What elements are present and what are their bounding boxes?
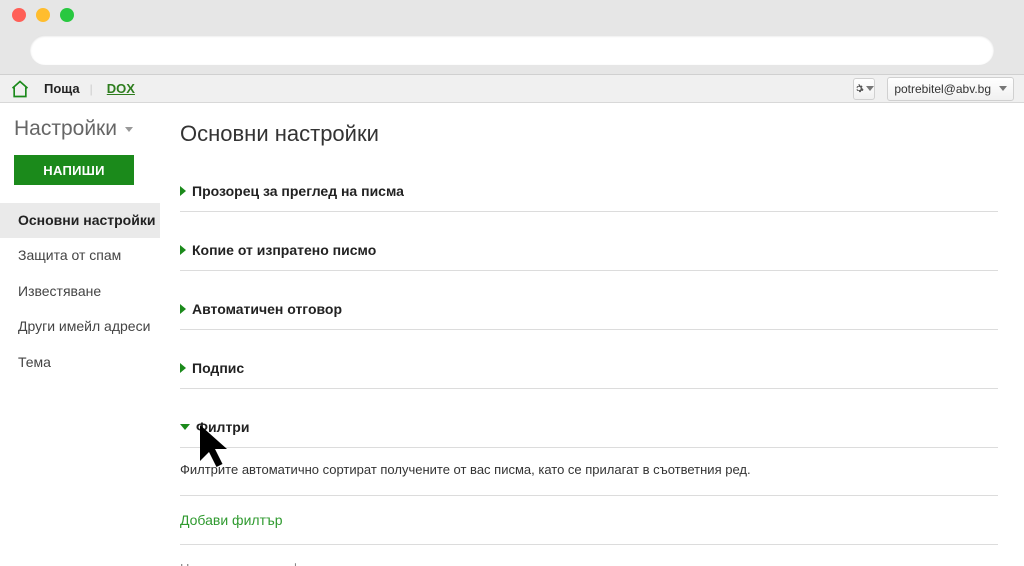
sidebar-title[interactable]: Настройки: [14, 117, 160, 141]
caret-right-icon: [180, 186, 186, 196]
page-title: Основни настройки: [180, 121, 998, 147]
account-menu[interactable]: potrebitel@abv.bg: [887, 77, 1014, 101]
add-filter-link[interactable]: Добави филтър: [180, 496, 998, 545]
maximize-window-icon[interactable]: [60, 8, 74, 22]
caret-right-icon: [180, 245, 186, 255]
settings-button[interactable]: [853, 78, 875, 100]
section-label: Подпис: [192, 360, 244, 376]
sidebar-item-notifications[interactable]: Известяване: [14, 274, 160, 309]
compose-button[interactable]: НАПИШИ: [14, 155, 134, 185]
app-header: Поща | DOX potrebitel@abv.bg: [0, 75, 1024, 103]
filters-panel: Филтрите автоматично сортират получените…: [180, 448, 998, 566]
chevron-down-icon: [125, 127, 133, 132]
gear-icon: [854, 82, 864, 95]
section-label: Прозорец за преглед на писма: [192, 183, 404, 199]
sidebar-item-main-settings[interactable]: Основни настройки: [0, 203, 160, 238]
sidebar-item-spam[interactable]: Защита от спам: [14, 238, 160, 273]
section-preview-pane[interactable]: Прозорец за преглед на писма: [180, 171, 998, 212]
caret-down-icon: [180, 424, 190, 430]
nav-dox-link[interactable]: DOX: [107, 81, 135, 96]
section-sent-copy[interactable]: Копие от изпратено писмо: [180, 230, 998, 271]
sidebar-nav: Основни настройки Защита от спам Известя…: [14, 203, 160, 380]
browser-chrome: [0, 0, 1024, 75]
caret-right-icon: [180, 304, 186, 314]
home-icon[interactable]: [10, 79, 30, 99]
chevron-down-icon: [866, 86, 874, 91]
window-controls: [12, 8, 74, 22]
caret-right-icon: [180, 363, 186, 373]
chevron-down-icon: [999, 86, 1007, 91]
section-label: Автоматичен отговор: [192, 301, 342, 317]
sidebar-item-other-emails[interactable]: Други имейл адреси: [14, 309, 160, 344]
section-auto-reply[interactable]: Автоматичен отговор: [180, 289, 998, 330]
close-window-icon[interactable]: [12, 8, 26, 22]
account-email: potrebitel@abv.bg: [894, 82, 991, 96]
section-label: Филтри: [196, 419, 249, 435]
section-signature[interactable]: Подпис: [180, 348, 998, 389]
url-bar[interactable]: [30, 35, 994, 65]
sidebar: Настройки НАПИШИ Основни настройки Защит…: [0, 103, 160, 566]
sidebar-title-label: Настройки: [14, 117, 117, 141]
sidebar-item-theme[interactable]: Тема: [14, 345, 160, 380]
filters-empty-message: Нямате въведени филтри.: [180, 545, 998, 566]
minimize-window-icon[interactable]: [36, 8, 50, 22]
nav-mail-link[interactable]: Поща: [44, 81, 80, 96]
section-filters[interactable]: Филтри: [180, 407, 998, 448]
nav-divider: |: [90, 82, 93, 96]
section-label: Копие от изпратено писмо: [192, 242, 376, 258]
filters-description: Филтрите автоматично сортират получените…: [180, 462, 998, 496]
main-content: Основни настройки Прозорец за преглед на…: [160, 103, 1024, 566]
